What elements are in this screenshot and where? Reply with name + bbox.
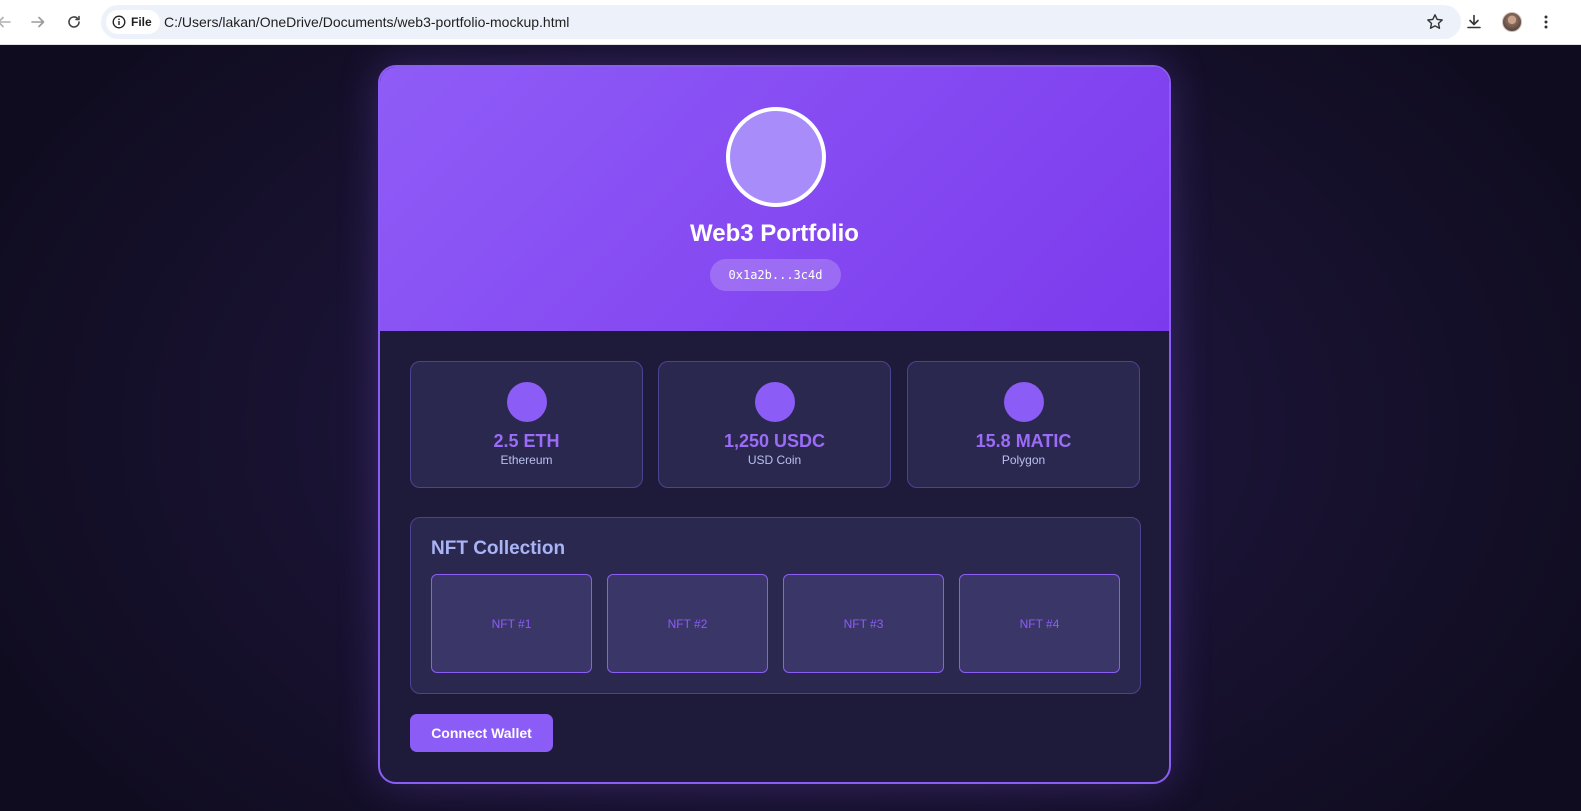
- downloads-button[interactable]: [1462, 10, 1486, 34]
- back-button[interactable]: [0, 10, 16, 34]
- download-icon: [1467, 14, 1481, 29]
- star-icon: [1427, 14, 1443, 29]
- wallet-address-badge: 0x1a2b...3c4d: [710, 259, 841, 291]
- token-amount: 1,250 USDC: [723, 431, 826, 451]
- info-icon: [112, 15, 126, 29]
- matic-token-icon: [1004, 382, 1044, 422]
- usdc-token-icon: [755, 382, 795, 422]
- balance-card-matic: 15.8 MATIC Polygon: [907, 361, 1140, 488]
- forward-arrow-icon: [31, 16, 45, 28]
- site-info-chip[interactable]: File: [106, 10, 160, 34]
- balance-card-usdc: 1,250 USDC USD Coin: [658, 361, 891, 488]
- forward-button[interactable]: [26, 10, 50, 34]
- profile-avatar[interactable]: [1502, 12, 1522, 32]
- site-chip-label: File: [131, 15, 152, 29]
- portfolio-card: Web3 Portfolio 0x1a2b...3c4d 2.5 ETH Eth…: [378, 65, 1171, 784]
- token-name: Polygon: [1001, 453, 1046, 467]
- token-amount: 15.8 MATIC: [975, 431, 1072, 451]
- browser-toolbar: File C:/Users/lakan/OneDrive/Documents/w…: [0, 0, 1581, 45]
- token-name: Ethereum: [500, 453, 553, 467]
- eth-token-icon: [507, 382, 547, 422]
- nft-section-title: NFT Collection: [431, 538, 566, 559]
- nft-tile-3[interactable]: NFT #3: [783, 574, 944, 673]
- nft-tile-1[interactable]: NFT #1: [431, 574, 592, 673]
- connect-wallet-button[interactable]: Connect Wallet: [410, 714, 553, 752]
- token-name: USD Coin: [747, 453, 802, 467]
- nft-tile-2[interactable]: NFT #2: [607, 574, 768, 673]
- balance-card-eth: 2.5 ETH Ethereum: [410, 361, 643, 488]
- profile-header: Web3 Portfolio 0x1a2b...3c4d: [380, 67, 1169, 331]
- back-arrow-icon: [0, 16, 11, 28]
- address-bar[interactable]: File C:/Users/lakan/OneDrive/Documents/w…: [101, 5, 1461, 39]
- page-viewport: Web3 Portfolio 0x1a2b...3c4d 2.5 ETH Eth…: [0, 45, 1581, 811]
- bookmark-button[interactable]: [1423, 10, 1447, 34]
- browser-menu-button[interactable]: [1534, 10, 1558, 34]
- page-title: Web3 Portfolio: [690, 220, 859, 247]
- nft-collection: NFT Collection NFT #1 NFT #2 NFT #3 NFT …: [410, 517, 1141, 694]
- token-balances: 2.5 ETH Ethereum 1,250 USDC USD Coin 15.…: [410, 361, 1141, 488]
- nft-tile-4[interactable]: NFT #4: [959, 574, 1120, 673]
- token-amount: 2.5 ETH: [493, 431, 560, 451]
- url-text[interactable]: C:/Users/lakan/OneDrive/Documents/web3-p…: [164, 5, 569, 39]
- reload-button[interactable]: [62, 10, 86, 34]
- more-vert-icon: [1544, 15, 1548, 29]
- reload-icon: [68, 15, 80, 28]
- profile-avatar-circle: [726, 107, 826, 207]
